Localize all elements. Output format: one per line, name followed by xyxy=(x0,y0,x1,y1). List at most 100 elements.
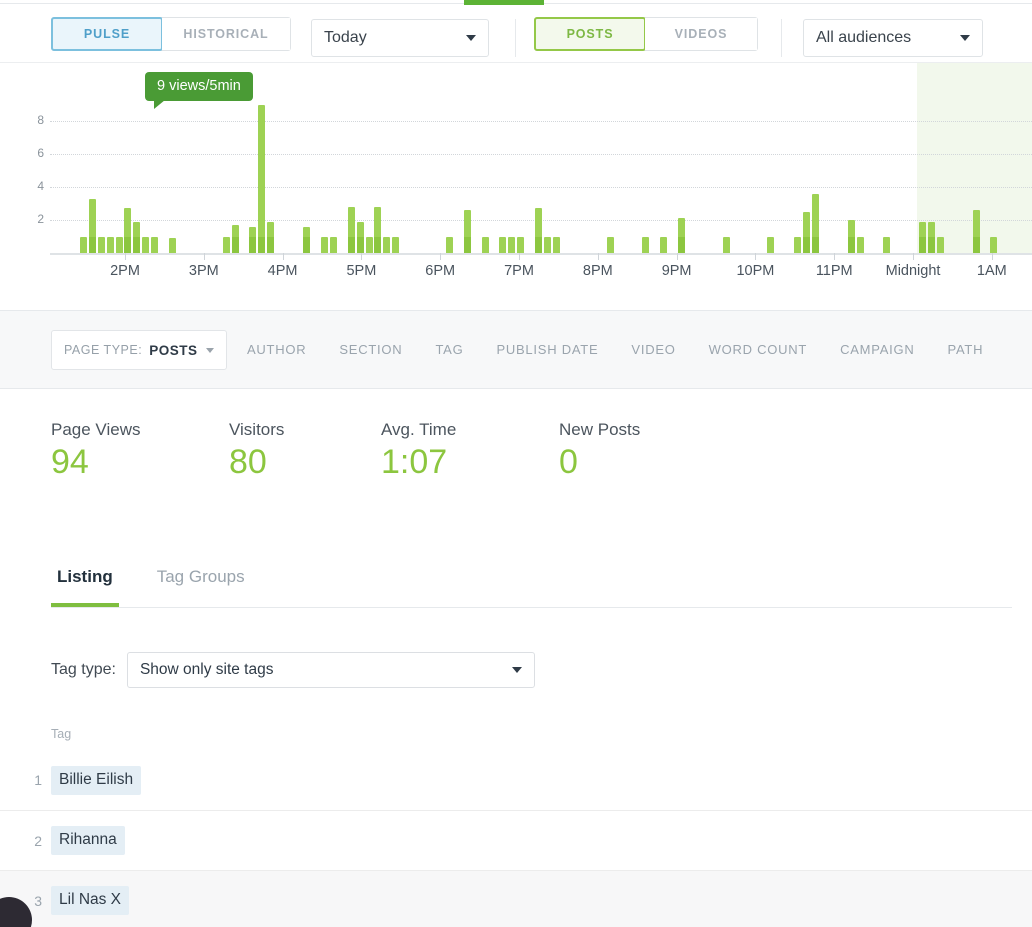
chart-bar[interactable] xyxy=(374,207,381,253)
filter-tab-publish-date[interactable]: PUBLISH DATE xyxy=(496,342,598,357)
chart-x-tick xyxy=(992,253,993,260)
chart-bar[interactable] xyxy=(678,218,685,253)
chevron-down-icon xyxy=(512,667,522,673)
tag-type-value: Show only site tags xyxy=(140,661,504,679)
chart-bar[interactable] xyxy=(223,237,230,254)
chart-bar[interactable] xyxy=(116,237,123,254)
tag-chip[interactable]: Billie Eilish xyxy=(51,766,141,795)
chart-bar[interactable] xyxy=(321,237,328,254)
chart-bar[interactable] xyxy=(794,237,801,254)
chart-bar[interactable] xyxy=(973,210,980,253)
metrics-row: Page Views94Visitors80Avg. Time1:07New P… xyxy=(51,420,1011,481)
filter-tab-video[interactable]: VIDEO xyxy=(631,342,675,357)
page-type-select[interactable]: PAGE TYPE: POSTS xyxy=(51,330,227,370)
chart-bar[interactable] xyxy=(660,237,667,254)
metric-value: 80 xyxy=(229,444,381,481)
chart-bar[interactable] xyxy=(133,222,140,253)
chart-x-axis xyxy=(50,253,1032,255)
chart-x-tick-label: 8PM xyxy=(583,263,613,279)
chart-bar[interactable] xyxy=(392,237,399,254)
filter-tab-word-count[interactable]: WORD COUNT xyxy=(709,342,808,357)
chart-x-tick-label: 4PM xyxy=(268,263,298,279)
chart-bar[interactable] xyxy=(482,237,489,254)
chart-bar[interactable] xyxy=(258,105,265,254)
chart-bar-base-segment xyxy=(249,237,256,253)
chart-bar[interactable] xyxy=(508,237,515,254)
chart-bar[interactable] xyxy=(249,227,256,253)
chart-bar[interactable] xyxy=(80,237,87,254)
tag-chip[interactable]: Lil Nas X xyxy=(51,886,129,915)
chart-bar[interactable] xyxy=(544,237,551,254)
chart-bar[interactable] xyxy=(330,237,337,254)
table-row[interactable]: 1Billie Eilish xyxy=(0,750,1032,810)
chart-bar[interactable] xyxy=(303,227,310,253)
toolbar-divider-left xyxy=(515,19,516,57)
chart-bar[interactable] xyxy=(383,237,390,254)
pulse-chart[interactable]: 24682PM3PM4PM5PM6PM7PM8PM9PM10PM11PMMidn… xyxy=(0,63,1032,311)
chart-bar[interactable] xyxy=(232,225,239,253)
chart-bar[interactable] xyxy=(142,237,149,254)
filter-tab-author[interactable]: AUTHOR xyxy=(247,342,306,357)
chart-y-tick-label: 4 xyxy=(28,179,44,193)
chart-bar-base-segment xyxy=(357,237,364,253)
chart-bar[interactable] xyxy=(348,207,355,253)
chart-bar-base-segment xyxy=(232,237,239,253)
content-toggle-videos[interactable]: VIDEOS xyxy=(645,18,757,50)
listing-tab-tag-groups[interactable]: Tag Groups xyxy=(151,567,251,607)
chart-bar[interactable] xyxy=(553,237,560,254)
chart-bar[interactable] xyxy=(848,220,855,253)
chart-bar[interactable] xyxy=(535,208,542,253)
table-row[interactable]: 2Rihanna xyxy=(0,810,1032,870)
chart-bar[interactable] xyxy=(857,237,864,254)
chart-bar[interactable] xyxy=(464,210,471,253)
tag-rank: 1 xyxy=(0,772,51,788)
chart-bar[interactable] xyxy=(803,212,810,253)
chart-bar[interactable] xyxy=(124,208,131,253)
listing-tab-listing[interactable]: Listing xyxy=(51,567,119,607)
chart-bar-base-segment xyxy=(258,237,265,253)
chart-bar[interactable] xyxy=(767,237,774,254)
chart-bar[interactable] xyxy=(642,237,649,254)
chart-bar[interactable] xyxy=(812,194,819,253)
chart-bar-base-segment xyxy=(848,237,855,253)
chart-bar[interactable] xyxy=(723,237,730,254)
date-range-select[interactable]: Today xyxy=(311,19,489,57)
chart-x-tick xyxy=(125,253,126,260)
chart-bar[interactable] xyxy=(607,237,614,254)
chart-bar-base-segment xyxy=(133,237,140,253)
chart-bar[interactable] xyxy=(937,237,944,254)
mode-toggle-pulse[interactable]: PULSE xyxy=(51,17,163,51)
filter-tab-section[interactable]: SECTION xyxy=(339,342,402,357)
metric-page-views: Page Views94 xyxy=(51,420,229,481)
tag-type-label: Tag type: xyxy=(51,661,116,679)
filter-tab-path[interactable]: PATH xyxy=(948,342,984,357)
chevron-down-icon xyxy=(206,348,214,353)
chart-bar[interactable] xyxy=(357,222,364,253)
chart-bar[interactable] xyxy=(928,222,935,253)
chart-x-tick-label: 6PM xyxy=(425,263,455,279)
chart-bar-base-segment xyxy=(928,237,935,253)
chart-bar[interactable] xyxy=(919,222,926,253)
chart-bar[interactable] xyxy=(151,237,158,254)
chart-bar[interactable] xyxy=(267,222,274,253)
chart-bar[interactable] xyxy=(169,238,176,253)
chart-bar[interactable] xyxy=(883,237,890,254)
tag-chip[interactable]: Rihanna xyxy=(51,826,125,855)
chart-bar[interactable] xyxy=(98,237,105,254)
chart-bar[interactable] xyxy=(990,237,997,254)
content-toggle-posts[interactable]: POSTS xyxy=(534,17,646,51)
mode-toggle-historical[interactable]: HISTORICAL xyxy=(162,18,290,50)
tag-type-select[interactable]: Show only site tags xyxy=(127,652,535,688)
chart-bar[interactable] xyxy=(499,237,506,254)
filter-tab-tag[interactable]: TAG xyxy=(435,342,463,357)
chart-bar[interactable] xyxy=(366,237,373,254)
audience-select[interactable]: All audiences xyxy=(803,19,983,57)
chart-x-tick xyxy=(204,253,205,260)
filter-tab-campaign[interactable]: CAMPAIGN xyxy=(840,342,914,357)
chart-bar-base-segment xyxy=(973,237,980,253)
chart-bar[interactable] xyxy=(446,237,453,254)
chart-bar[interactable] xyxy=(89,199,96,253)
chart-bar[interactable] xyxy=(107,237,114,254)
chart-bar[interactable] xyxy=(517,237,524,254)
table-row[interactable]: 3Lil Nas X xyxy=(0,870,1032,927)
